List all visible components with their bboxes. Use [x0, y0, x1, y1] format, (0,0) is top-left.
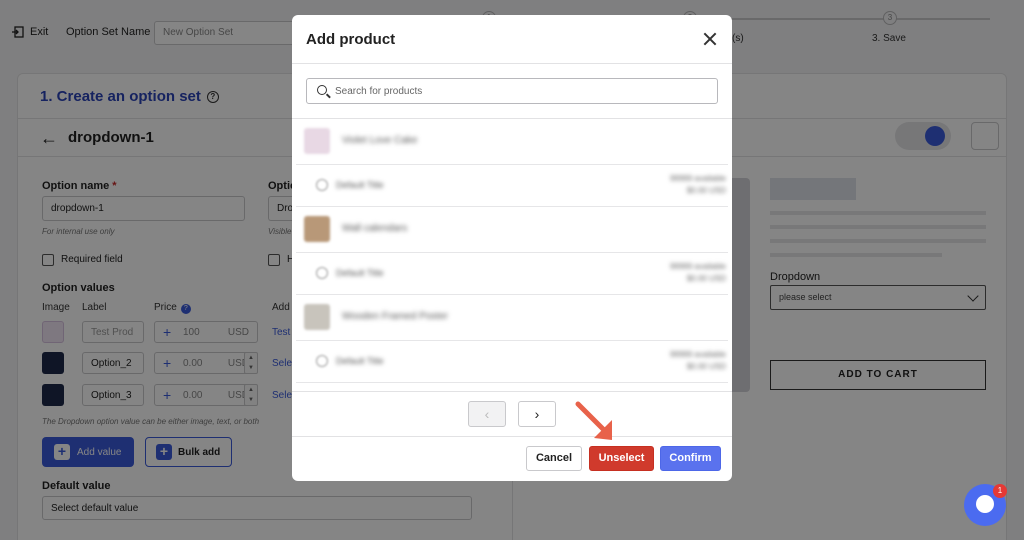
variant-title: Default Title — [336, 356, 384, 366]
product-row[interactable]: Violet Love Cake — [296, 119, 728, 165]
confirm-button[interactable]: Confirm — [660, 446, 721, 471]
variant-title: Default Title — [336, 268, 384, 278]
product-title: Wall calendars — [342, 223, 408, 234]
variant-radio[interactable] — [316, 355, 328, 367]
variant-meta: 99999 available $0.00 USD — [669, 174, 726, 195]
chat-notification-badge: 1 — [993, 484, 1007, 498]
variant-title: Default Title — [336, 180, 384, 190]
variant-row[interactable]: Default Title 99999 available $0.00 USD — [296, 341, 728, 383]
product-thumbnail — [304, 216, 330, 242]
product-thumbnail — [304, 128, 330, 154]
product-title: Wooden Framed Poster — [342, 311, 448, 322]
cancel-button[interactable]: Cancel — [526, 446, 582, 471]
product-title: Violet Love Cake — [342, 135, 418, 146]
unselect-button[interactable]: Unselect — [589, 446, 654, 471]
search-icon — [317, 85, 327, 95]
product-thumbnail — [304, 304, 330, 330]
variant-row[interactable]: Default Title 99999 available $0.00 USD — [296, 165, 728, 207]
variant-meta: 99999 available $0.00 USD — [669, 350, 726, 371]
variant-radio[interactable] — [316, 267, 328, 279]
modal-title: Add product — [306, 31, 396, 48]
annotation-arrow-icon — [575, 401, 612, 440]
add-product-modal: Add product Search for products Violet L… — [292, 15, 732, 481]
close-icon[interactable] — [702, 31, 718, 47]
next-page-button[interactable]: › — [518, 401, 556, 427]
product-list: Violet Love Cake Default Title 99999 ava… — [296, 119, 728, 391]
variant-row[interactable]: Default Title 99999 available $0.00 USD — [296, 253, 728, 295]
variant-radio[interactable] — [316, 179, 328, 191]
divider — [292, 63, 732, 64]
previous-page-button[interactable]: ‹ — [468, 401, 506, 427]
product-row[interactable]: Wall calendars — [296, 207, 728, 253]
search-input[interactable]: Search for products — [306, 78, 718, 104]
product-row[interactable]: Wooden Framed Poster — [296, 295, 728, 341]
divider — [292, 391, 732, 392]
divider — [292, 436, 732, 437]
variant-meta: 99999 available $0.00 USD — [669, 262, 726, 283]
